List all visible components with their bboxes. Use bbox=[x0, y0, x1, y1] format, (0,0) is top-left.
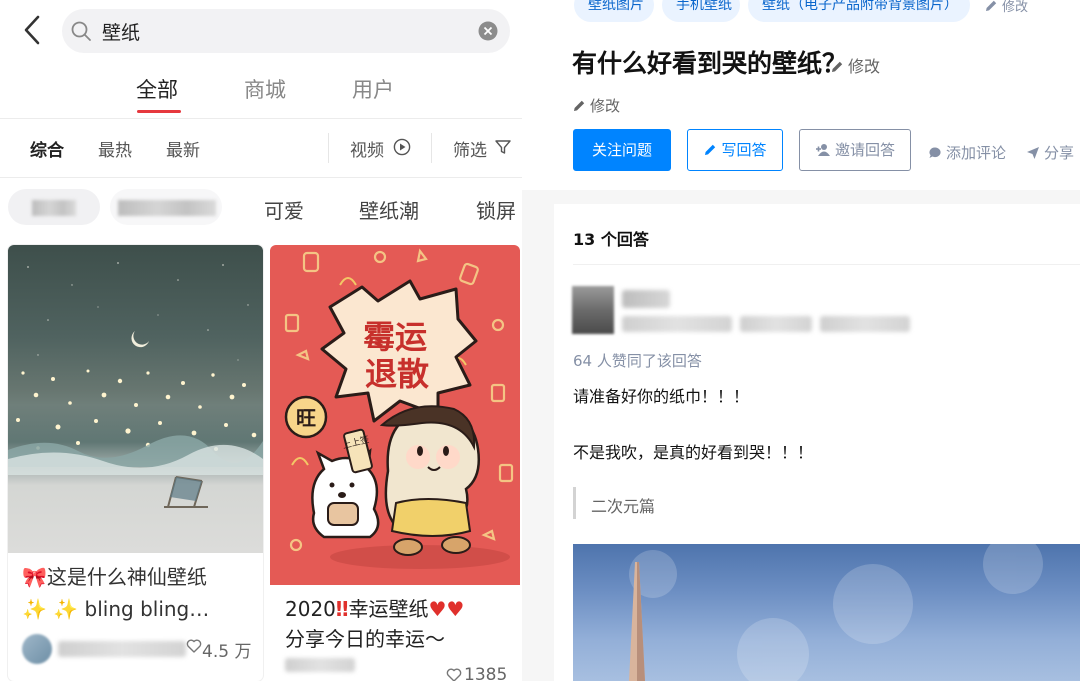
divider bbox=[573, 264, 1080, 265]
topic-tag[interactable]: 壁纸图片 bbox=[574, 0, 654, 22]
question-title: 有什么好看到哭的壁纸？ bbox=[572, 49, 848, 78]
blurred-author-bio bbox=[820, 316, 910, 332]
blurred-author-name bbox=[622, 290, 670, 308]
sky-tower-illustration bbox=[629, 544, 1043, 681]
search-query-text: 壁纸 bbox=[102, 22, 141, 44]
beach-scene-illustration bbox=[8, 262, 263, 508]
divider bbox=[431, 133, 432, 163]
chip-lockscreen[interactable]: 锁屏 bbox=[476, 195, 516, 224]
answer-count: 13 个回答 bbox=[573, 230, 649, 249]
sort-comprehensive[interactable]: 综合 bbox=[30, 136, 64, 161]
comment-bubble-icon bbox=[929, 147, 941, 158]
heart-icon[interactable] bbox=[186, 638, 202, 654]
pencil-icon bbox=[574, 100, 585, 111]
poster-badge: 旺 bbox=[296, 406, 316, 430]
card-title-main: 幸运壁纸 bbox=[348, 597, 429, 621]
tab-all[interactable]: 全部 bbox=[136, 74, 178, 104]
write-answer-label: 写回答 bbox=[721, 141, 767, 159]
avatar[interactable] bbox=[22, 634, 52, 664]
divider bbox=[328, 133, 329, 163]
edit-label: 修改 bbox=[848, 57, 881, 76]
sparkle-icon: ✨ ✨ bbox=[22, 597, 79, 621]
filter-button[interactable]: 筛选 bbox=[453, 136, 487, 161]
chip-cute[interactable]: 可爱 bbox=[264, 195, 304, 224]
card-title: 2020‼幸运壁纸♥♥ bbox=[285, 593, 464, 625]
active-tab-indicator bbox=[137, 110, 181, 113]
clear-search-icon[interactable] bbox=[478, 21, 498, 41]
question-header: 壁纸图片 手机壁纸 壁纸（电子产品附带背景图片） 修改 有什么好看到哭的壁纸？ … bbox=[522, 0, 1080, 190]
note-card[interactable]: 🎀这是什么神仙壁纸 ✨ ✨ bling bling… 4.5 万 bbox=[8, 245, 263, 681]
pencil-icon bbox=[832, 61, 843, 72]
write-answer-button[interactable]: 写回答 bbox=[687, 129, 783, 171]
sort-hottest[interactable]: 最热 bbox=[98, 136, 132, 161]
blurred-author-bio bbox=[740, 316, 812, 332]
search-icon bbox=[71, 21, 91, 41]
tab-users[interactable]: 用户 bbox=[352, 74, 394, 104]
back-arrow-icon[interactable] bbox=[18, 12, 48, 48]
search-input[interactable]: 壁纸 bbox=[62, 9, 510, 53]
edit-topics-link[interactable]: 修改 bbox=[984, 0, 1028, 15]
zhihu-question-panel: 壁纸图片 手机壁纸 壁纸（电子产品附带背景图片） 修改 有什么好看到哭的壁纸？ … bbox=[522, 0, 1080, 681]
mobile-search-panel: 壁纸 全部 商城 用户 综合 最热 最新 视频 筛选 可爱 壁纸潮 锁屏 🎀这是… bbox=[0, 0, 522, 681]
beach-night-image bbox=[8, 245, 263, 553]
search-type-tabs: 全部 商城 用户 bbox=[0, 70, 522, 118]
card-title-2: ✨ ✨ bling bling… bbox=[22, 593, 209, 625]
like-count: 1385 bbox=[464, 665, 508, 681]
sort-newest[interactable]: 最新 bbox=[166, 136, 200, 161]
chip-wallpaper-trend[interactable]: 壁纸潮 bbox=[359, 195, 419, 224]
like-count: 4.5 万 bbox=[202, 642, 252, 662]
pencil-icon bbox=[705, 144, 716, 155]
blockquote-bar bbox=[573, 487, 576, 519]
vote-count: 64 人赞同了该回答 bbox=[573, 352, 702, 370]
heart-emoji-icon: ♥♥ bbox=[428, 597, 465, 621]
card-title: 🎀这是什么神仙壁纸 bbox=[22, 561, 207, 593]
answer-paragraph: 请准备好你的纸巾！！！ bbox=[573, 387, 750, 406]
add-comment-label: 添加评论 bbox=[946, 144, 1007, 162]
filter-bar: 综合 最热 最新 视频 筛选 bbox=[0, 119, 522, 177]
card-title-line2: bling bling… bbox=[84, 597, 210, 621]
blurred-author-bio bbox=[622, 316, 732, 332]
topic-tag[interactable]: 壁纸（电子产品附带背景图片） bbox=[748, 0, 970, 22]
lucky-wallpaper-image: 霉运 退散 旺 上上签 bbox=[270, 245, 520, 585]
double-exclamation-icon: ‼ bbox=[335, 597, 349, 621]
blockquote-text: 二次元篇 bbox=[591, 497, 656, 516]
poster-line1: 霉运 bbox=[363, 318, 427, 356]
answer-paragraph: 不是我吹，是真的好看到哭！！！ bbox=[573, 443, 814, 462]
pencil-icon bbox=[986, 0, 997, 11]
invite-answer-label: 邀请回答 bbox=[834, 141, 895, 159]
share-button[interactable]: 分享 bbox=[1026, 142, 1074, 163]
keyword-chips: 可爱 壁纸潮 锁屏 bbox=[0, 178, 522, 238]
edit-title-link[interactable]: 修改 bbox=[830, 53, 880, 77]
poster-line2: 退散 bbox=[365, 355, 429, 393]
answers-section: 13 个回答 64 人赞同了该回答 请准备好你的纸巾！！！ 不是我吹，是真的好看… bbox=[554, 204, 1080, 681]
ribbon-icon: 🎀 bbox=[22, 565, 47, 589]
answer-image[interactable] bbox=[573, 544, 1080, 681]
follow-question-button[interactable]: 关注问题 bbox=[573, 129, 671, 171]
paper-plane-icon bbox=[1027, 147, 1039, 159]
heart-icon[interactable] bbox=[446, 667, 462, 681]
avatar[interactable] bbox=[572, 286, 614, 334]
card-title-line1: 这是什么神仙壁纸 bbox=[46, 565, 207, 589]
edit-description-link[interactable]: 修改 bbox=[572, 95, 620, 116]
add-user-icon bbox=[815, 144, 830, 156]
blurred-username bbox=[285, 658, 355, 672]
card-title-year: 2020 bbox=[285, 597, 336, 621]
edit-label: 修改 bbox=[1002, 0, 1029, 15]
share-label: 分享 bbox=[1044, 144, 1075, 162]
video-filter-button[interactable]: 视频 bbox=[350, 136, 384, 161]
card-title-line2: 分享今日的幸运～ bbox=[285, 627, 445, 651]
topic-tag[interactable]: 手机壁纸 bbox=[662, 0, 740, 22]
invite-answer-button[interactable]: 邀请回答 bbox=[799, 129, 911, 171]
blurred-chip[interactable] bbox=[110, 189, 222, 225]
note-card[interactable]: 霉运 退散 旺 上上签 2020‼幸运壁纸♥♥ 分享今日的幸运～ 1385 bbox=[270, 245, 520, 681]
lucky-poster-illustration: 霉运 退散 旺 上上签 bbox=[284, 248, 514, 569]
tab-mall[interactable]: 商城 bbox=[244, 74, 286, 104]
edit-label: 修改 bbox=[590, 97, 621, 115]
blurred-chip[interactable] bbox=[8, 189, 100, 225]
add-comment-button[interactable]: 添加评论 bbox=[928, 142, 1006, 163]
play-circle-icon[interactable] bbox=[393, 138, 411, 156]
funnel-icon[interactable] bbox=[494, 138, 512, 156]
blurred-username bbox=[58, 641, 186, 657]
